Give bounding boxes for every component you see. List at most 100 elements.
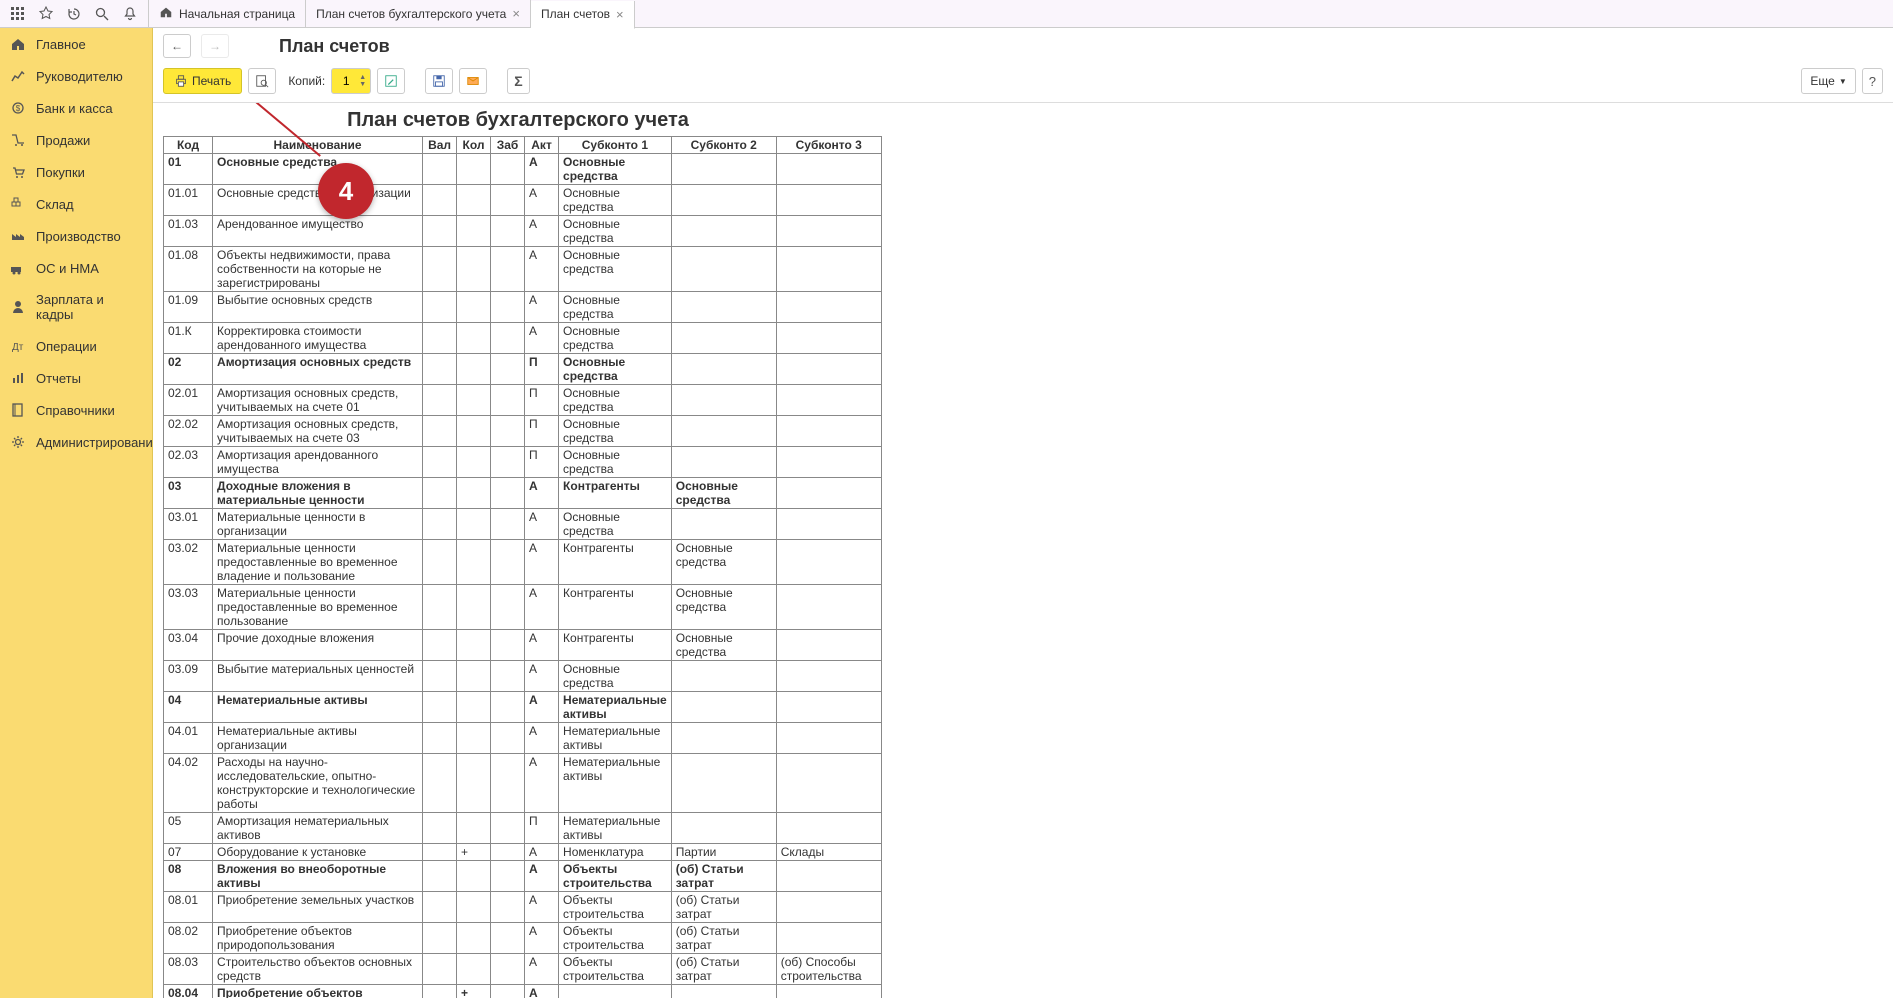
sidebar-item[interactable]: Производство (0, 220, 152, 252)
table-row[interactable]: 01.ККорректировка стоимости арендованног… (164, 323, 882, 354)
table-cell: 03.09 (164, 661, 213, 692)
table-cell (457, 723, 491, 754)
tab[interactable]: План счетов бухгалтерского учета× (306, 0, 531, 28)
sidebar-item[interactable]: $Банк и касса (0, 92, 152, 124)
sidebar-item[interactable]: Главное (0, 28, 152, 60)
table-cell: Склады (776, 844, 881, 861)
table-cell (491, 630, 525, 661)
save-button[interactable] (425, 68, 453, 94)
sidebar-item[interactable]: Отчеты (0, 362, 152, 394)
apps-icon[interactable] (4, 0, 32, 28)
more-button[interactable]: Еще▼ (1801, 68, 1855, 94)
sidebar-item-label: ОС и НМА (36, 261, 99, 276)
sidebar-item-label: Покупки (36, 165, 85, 180)
spin-down-icon[interactable]: ▼ (359, 81, 366, 88)
table-cell: Материальные ценности предоставленные во… (213, 540, 423, 585)
close-icon[interactable]: × (512, 6, 520, 21)
spin-up-icon[interactable]: ▲ (359, 74, 366, 81)
table-cell: 02.02 (164, 416, 213, 447)
table-cell: Основные средства (559, 509, 672, 540)
table-cell: Нематериальные активы (559, 813, 672, 844)
sidebar-item[interactable]: Покупки (0, 156, 152, 188)
print-button[interactable]: Печать (163, 68, 242, 94)
table-row[interactable]: 04.02Расходы на научно-исследовательские… (164, 754, 882, 813)
table-cell: 01.08 (164, 247, 213, 292)
table-row[interactable]: 05Амортизация нематериальных активовПНем… (164, 813, 882, 844)
table-row[interactable]: 04.01Нематериальные активы организацииАН… (164, 723, 882, 754)
table-cell (457, 754, 491, 813)
sidebar-item[interactable]: Склад (0, 188, 152, 220)
table-cell: 03.03 (164, 585, 213, 630)
close-icon[interactable]: × (616, 7, 624, 22)
table-cell (423, 447, 457, 478)
table-row[interactable]: 01.08Объекты недвижимости, права собстве… (164, 247, 882, 292)
table-row[interactable]: 01.01Основные средства в организацииАОсн… (164, 185, 882, 216)
table-cell (776, 692, 881, 723)
copies-value[interactable] (336, 74, 356, 88)
table-row[interactable]: 08.03Строительство объектов основных сре… (164, 954, 882, 985)
table-row[interactable]: 07Оборудование к установке+АНоменклатура… (164, 844, 882, 861)
table-cell: Выбытие материальных ценностей (213, 661, 423, 692)
copies-input[interactable]: ▲▼ (331, 68, 371, 94)
table-row[interactable]: 01Основные средстваАОсновные средства (164, 154, 882, 185)
table-cell (423, 892, 457, 923)
table-cell (671, 723, 776, 754)
sidebar-item[interactable]: ОС и НМА (0, 252, 152, 284)
table-cell (423, 509, 457, 540)
sidebar-item[interactable]: ДтОперации (0, 330, 152, 362)
table-row[interactable]: 08.01Приобретение земельных участковАОбъ… (164, 892, 882, 923)
report-table: КодНаименованиеВалКолЗабАктСубконто 1Суб… (163, 136, 882, 998)
tab[interactable]: Начальная страница (148, 0, 306, 28)
nav-forward-button[interactable]: → (201, 34, 229, 58)
table-row[interactable]: 03Доходные вложения в материальные ценно… (164, 478, 882, 509)
table-row[interactable]: 03.01Материальные ценности в организации… (164, 509, 882, 540)
table-row[interactable]: 02.01Амортизация основных средств, учиты… (164, 385, 882, 416)
bell-icon[interactable] (116, 0, 144, 28)
column-header: Акт (525, 137, 559, 154)
table-row[interactable]: 03.04Прочие доходные вложенияАКонтрагент… (164, 630, 882, 661)
table-cell: Нематериальные активы (213, 692, 423, 723)
table-row[interactable]: 03.02Материальные ценности предоставленн… (164, 540, 882, 585)
table-row[interactable]: 02.03Амортизация арендованного имущества… (164, 447, 882, 478)
table-row[interactable]: 01.03Арендованное имуществоАОсновные сре… (164, 216, 882, 247)
table-row[interactable]: 08.04Приобретение объектов основных сред… (164, 985, 882, 998)
search-icon[interactable] (88, 0, 116, 28)
table-row[interactable]: 08Вложения во внеоборотные активыАОбъект… (164, 861, 882, 892)
table-row[interactable]: 04Нематериальные активыАНематериальные а… (164, 692, 882, 723)
sidebar-item[interactable]: Справочники (0, 394, 152, 426)
sum-button[interactable]: Σ (507, 68, 529, 94)
sidebar-item[interactable]: Продажи (0, 124, 152, 156)
table-cell (491, 692, 525, 723)
history-icon[interactable] (60, 0, 88, 28)
column-header: Код (164, 137, 213, 154)
table-cell (457, 447, 491, 478)
table-row[interactable]: 03.09Выбытие материальных ценностейАОсно… (164, 661, 882, 692)
star-icon[interactable] (32, 0, 60, 28)
table-cell (491, 585, 525, 630)
table-cell: Основные средства (559, 447, 672, 478)
table-cell: А (525, 585, 559, 630)
table-row[interactable]: 03.03Материальные ценности предоставленн… (164, 585, 882, 630)
table-cell: Доходные вложения в материальные ценност… (213, 478, 423, 509)
sidebar-item[interactable]: Руководителю (0, 60, 152, 92)
nav-back-button[interactable]: ← (163, 34, 191, 58)
table-row[interactable]: 08.02Приобретение объектов природопользо… (164, 923, 882, 954)
help-button[interactable]: ? (1862, 68, 1883, 94)
preview-button[interactable] (248, 68, 276, 94)
table-row[interactable]: 02Амортизация основных средствПОсновные … (164, 354, 882, 385)
printer-icon (174, 74, 188, 88)
table-cell (776, 247, 881, 292)
column-header: Вал (423, 137, 457, 154)
sidebar-item[interactable]: Администрирование (0, 426, 152, 458)
email-button[interactable] (459, 68, 487, 94)
table-cell (776, 861, 881, 892)
sidebar-item[interactable]: Зарплата и кадры (0, 284, 152, 330)
table-cell (457, 540, 491, 585)
table-row[interactable]: 02.02Амортизация основных средств, учиты… (164, 416, 882, 447)
table-row[interactable]: 01.09Выбытие основных средствАОсновные с… (164, 292, 882, 323)
tab[interactable]: План счетов× (531, 1, 635, 29)
sidebar-item-label: Банк и касса (36, 101, 113, 116)
table-cell: Основные средства (559, 154, 672, 185)
table-cell (423, 954, 457, 985)
edit-button[interactable] (377, 68, 405, 94)
